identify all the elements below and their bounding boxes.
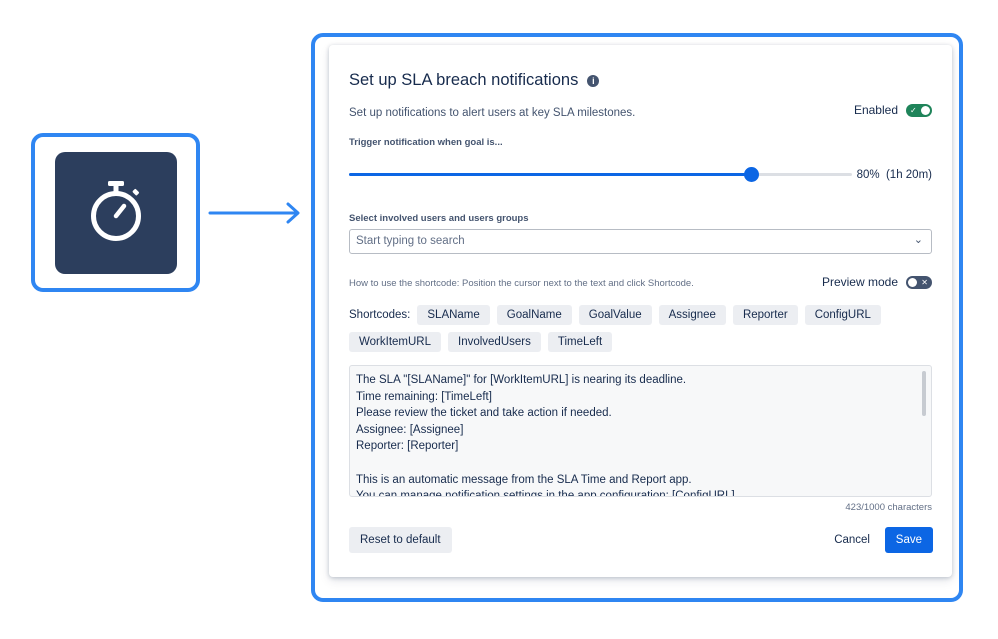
toggle-knob bbox=[908, 277, 917, 287]
dialog-title: Set up SLA breach notifications bbox=[349, 71, 579, 89]
message-text[interactable]: The SLA "[SLAName]" for [WorkItemURL] is… bbox=[356, 372, 917, 496]
shortcode-chip[interactable]: TimeLeft bbox=[547, 332, 613, 352]
enabled-label: Enabled bbox=[853, 103, 898, 117]
preview-toggle[interactable]: ✕ bbox=[906, 275, 932, 289]
info-icon[interactable]: i bbox=[587, 74, 600, 87]
slider-fill bbox=[349, 173, 752, 176]
shortcode-chip[interactable]: GoalName bbox=[496, 305, 572, 325]
shortcode-chip[interactable]: Reporter bbox=[732, 305, 798, 325]
dialog-subtitle: Set up notifications to alert users at k… bbox=[349, 107, 636, 119]
close-icon: ✕ bbox=[921, 277, 928, 287]
check-icon: ✓ bbox=[910, 105, 917, 115]
character-count: 423/1000 characters bbox=[845, 502, 932, 513]
feature-icon-tile bbox=[55, 152, 177, 274]
shortcode-row: WorkItemURL InvolvedUsers TimeLeft bbox=[349, 332, 939, 352]
chevron-down-icon[interactable]: ⌄ bbox=[914, 233, 923, 246]
title-row: Set up SLA breach notifications i bbox=[349, 71, 600, 90]
preview-control: Preview mode ✕ bbox=[822, 275, 932, 289]
enabled-toggle[interactable]: ✓ bbox=[906, 103, 932, 117]
shortcode-chip[interactable]: InvolvedUsers bbox=[448, 332, 541, 352]
reset-to-default-button[interactable]: Reset to default bbox=[349, 527, 452, 553]
dialog-frame: Set up SLA breach notifications i Set up… bbox=[311, 33, 963, 602]
slider-thumb[interactable] bbox=[744, 167, 760, 182]
textarea-scrollbar[interactable] bbox=[922, 371, 926, 416]
message-textarea[interactable]: The SLA "[SLAName]" for [WorkItemURL] is… bbox=[349, 365, 932, 497]
shortcode-howto: How to use the shortcode: Position the c… bbox=[349, 278, 694, 289]
shortcode-chip[interactable]: WorkItemURL bbox=[349, 332, 441, 352]
shortcodes: Shortcodes: SLAName GoalName GoalValue A… bbox=[349, 305, 939, 359]
shortcode-row: Shortcodes: SLAName GoalName GoalValue A… bbox=[349, 305, 939, 325]
preview-label: Preview mode bbox=[821, 275, 898, 289]
users-label: Select involved users and users groups bbox=[349, 213, 529, 224]
shortcode-chip[interactable]: Assignee bbox=[658, 305, 726, 325]
shortcodes-label: Shortcodes: bbox=[349, 309, 411, 321]
trigger-value: 80% (1h 20m) bbox=[856, 169, 932, 181]
stopwatch-icon bbox=[91, 181, 141, 241]
sla-notification-dialog: Set up SLA breach notifications i Set up… bbox=[329, 45, 952, 577]
shortcode-chip[interactable]: SLAName bbox=[417, 305, 490, 325]
feature-icon-frame bbox=[31, 133, 200, 292]
users-select-placeholder: Start typing to search bbox=[356, 235, 465, 247]
trigger-label: Trigger notification when goal is... bbox=[349, 137, 503, 148]
save-button[interactable]: Save bbox=[884, 527, 933, 553]
cancel-button[interactable]: Cancel bbox=[832, 527, 872, 553]
trigger-slider[interactable] bbox=[349, 167, 852, 182]
arrow-right-icon bbox=[208, 202, 300, 224]
shortcode-chip[interactable]: ConfigURL bbox=[804, 305, 881, 325]
users-select[interactable]: Start typing to search ⌄ bbox=[349, 229, 932, 254]
toggle-knob bbox=[921, 105, 930, 115]
shortcode-chip[interactable]: GoalValue bbox=[578, 305, 652, 325]
enabled-control: Enabled ✓ bbox=[854, 103, 932, 117]
